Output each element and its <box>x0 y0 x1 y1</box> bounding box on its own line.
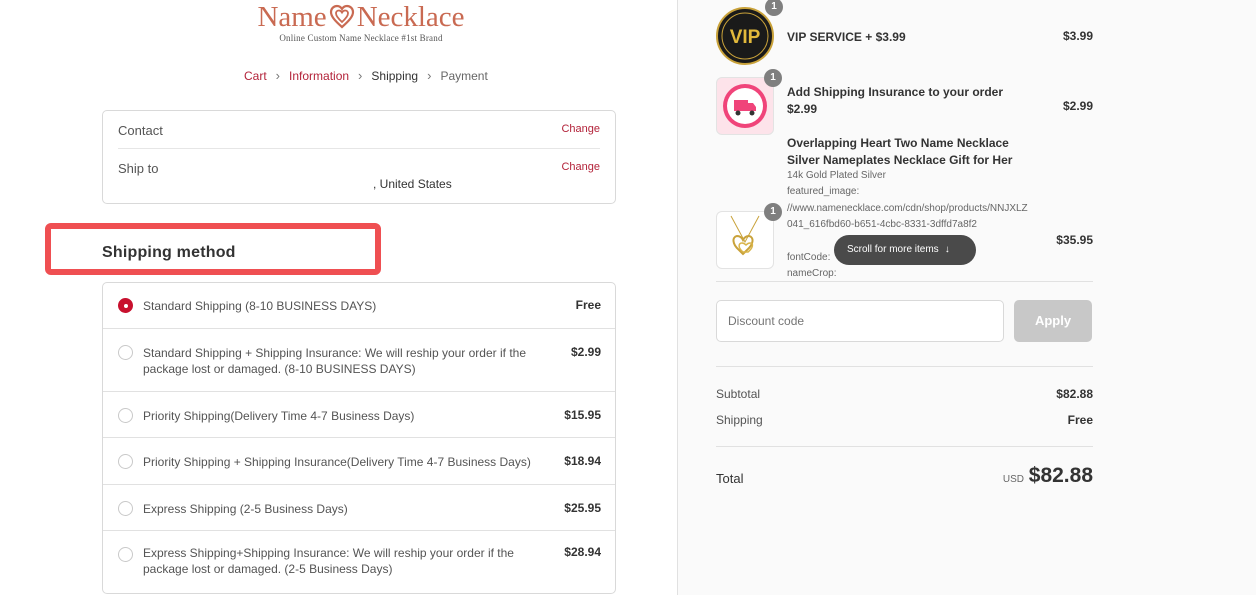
checkout-main: Name Necklace Online Custom Name Necklac… <box>0 0 677 595</box>
radio-unselected[interactable] <box>118 408 133 423</box>
order-item: 1 Add Shipping Insurance to your order $… <box>716 69 1093 135</box>
shipping-methods-list: Standard Shipping (8-10 BUSINESS DAYS) F… <box>102 282 616 594</box>
item-title: VIP SERVICE + $3.99 <box>787 30 906 44</box>
shipping-option-price: Free <box>575 298 601 312</box>
brand-logo[interactable]: Name Necklace Online Custom Name Necklac… <box>246 2 476 43</box>
shipping-option[interactable]: Priority Shipping(Delivery Time 4-7 Busi… <box>103 392 615 438</box>
shipping-option[interactable]: Standard Shipping + Shipping Insurance: … <box>103 329 615 392</box>
shipping-option-label: Priority Shipping + Shipping Insurance(D… <box>143 455 531 469</box>
item-price: $3.99 <box>1062 29 1093 43</box>
quantity-badge: 1 <box>764 69 782 87</box>
order-item: VIP 1 VIP SERVICE + $3.99 $3.99 <box>716 0 1093 65</box>
breadcrumb-payment: Payment <box>440 68 488 83</box>
radio-unselected[interactable] <box>118 345 133 360</box>
shipping-option-label: Standard Shipping + Shipping Insurance: … <box>143 346 526 376</box>
shipping-option[interactable]: Standard Shipping (8-10 BUSINESS DAYS) F… <box>103 283 615 329</box>
vip-badge-icon: VIP 1 <box>716 0 783 65</box>
item-price: $2.99 <box>1062 99 1093 113</box>
shipping-option[interactable]: Express Shipping (2-5 Business Days) $25… <box>103 485 615 531</box>
shipping-row: Shipping Free <box>716 413 1093 427</box>
contact-change-link[interactable]: Change <box>561 123 600 135</box>
shipping-label: Shipping <box>716 413 763 427</box>
item-property: featured_image: <box>787 186 860 197</box>
divider <box>716 281 1093 282</box>
breadcrumb-information[interactable]: Information <box>289 69 349 83</box>
arrow-down-icon: ↓ <box>944 244 950 255</box>
item-variant: 14k Gold Plated Silver <box>787 170 886 181</box>
logo-wordmark: Name Necklace <box>246 2 476 32</box>
ship-to-row: Ship to , United States Change <box>118 161 600 191</box>
item-property-value: //www.namenecklace.com/cdn/shop/products… <box>787 203 1028 230</box>
quantity-badge: 1 <box>764 203 782 221</box>
ship-to-address: , United States <box>373 177 452 191</box>
shipping-option-label: Express Shipping+Shipping Insurance: We … <box>143 546 514 576</box>
shipping-option-price: $28.94 <box>564 545 601 559</box>
quantity-badge: 1 <box>765 0 783 16</box>
contact-row: Contact Change <box>118 123 600 149</box>
subtotal-row: Subtotal $82.88 <box>716 387 1093 401</box>
order-summary: VIP 1 VIP SERVICE + $3.99 $3.99 1 Add Sh… <box>677 0 1256 595</box>
chevron-right-icon: › <box>358 68 363 83</box>
chevron-right-icon: › <box>275 68 281 83</box>
review-block: Contact Change Ship to , United States C… <box>102 110 616 204</box>
breadcrumb-cart[interactable]: Cart <box>244 69 267 83</box>
subtotal-label: Subtotal <box>716 387 761 401</box>
scroll-hint-label: Scroll for more items <box>847 244 939 255</box>
shipping-option[interactable]: Express Shipping+Shipping Insurance: We … <box>103 531 615 593</box>
logo-text-left: Name <box>257 1 327 33</box>
shipping-insurance-icon: 1 <box>716 69 782 135</box>
necklace-thumbnail: 1 <box>716 203 782 269</box>
radio-selected[interactable] <box>118 298 133 313</box>
divider <box>716 446 1093 447</box>
shipping-option[interactable]: Priority Shipping + Shipping Insurance(D… <box>103 438 615 485</box>
radio-unselected[interactable] <box>118 547 133 562</box>
shipping-option-label: Standard Shipping (8-10 BUSINESS DAYS) <box>143 299 377 313</box>
item-price: $35.95 <box>1056 233 1093 247</box>
subtotal-value: $82.88 <box>1056 387 1093 401</box>
divider <box>716 366 1093 367</box>
logo-tagline: Online Custom Name Necklace #1st Brand <box>279 33 443 43</box>
scroll-more-items-button[interactable]: Scroll for more items ↓ <box>834 235 976 265</box>
svg-text:VIP: VIP <box>730 27 761 48</box>
shipping-option-price: $2.99 <box>570 345 601 359</box>
shipping-option-label: Express Shipping (2-5 Business Days) <box>143 502 348 516</box>
shipping-option-label: Priority Shipping(Delivery Time 4-7 Busi… <box>143 409 415 423</box>
contact-label: Contact <box>118 123 163 138</box>
ship-to-label: Ship to <box>118 161 159 176</box>
apply-discount-button[interactable]: Apply <box>1014 300 1092 342</box>
shipping-option-price: $15.95 <box>564 408 601 422</box>
item-title: Overlapping Heart Two Name Necklace Silv… <box>787 136 1013 167</box>
breadcrumb-shipping: Shipping <box>371 68 419 83</box>
total-currency: USD <box>1002 474 1024 485</box>
discount-code-input[interactable] <box>716 300 1004 342</box>
shipping-option-price: $25.95 <box>564 501 601 515</box>
total-amount: $82.88 <box>1028 464 1093 487</box>
item-title: Add Shipping Insurance to your order $2.… <box>787 85 1004 116</box>
logo-text-right: Necklace <box>356 1 465 33</box>
radio-unselected[interactable] <box>118 501 133 516</box>
shipping-option-price: $18.94 <box>564 454 601 468</box>
heart-logo-icon <box>329 4 354 29</box>
chevron-right-icon: › <box>427 68 432 83</box>
ship-to-change-link[interactable]: Change <box>561 161 600 173</box>
total-label: Total <box>716 471 744 486</box>
breadcrumb: Cart › Information › Shipping › Payment <box>244 68 488 83</box>
item-property: nameCrop: <box>787 268 837 279</box>
radio-unselected[interactable] <box>118 454 133 469</box>
shipping-value: Free <box>1067 413 1093 427</box>
shipping-method-title: Shipping method <box>102 244 236 261</box>
